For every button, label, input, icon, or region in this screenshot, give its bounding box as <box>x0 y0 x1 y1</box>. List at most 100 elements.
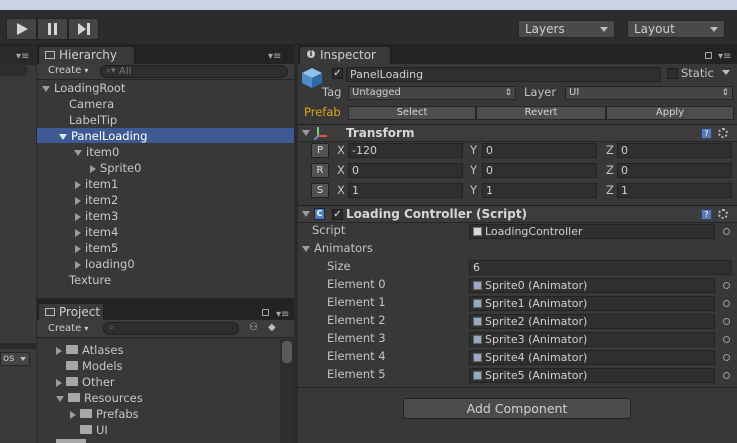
folder-other[interactable]: Other <box>56 374 115 390</box>
tree-item-panelloading[interactable]: PanelLoading <box>59 128 147 144</box>
search-icon: ⌕ <box>109 323 115 333</box>
object-picker-icon[interactable] <box>723 372 730 379</box>
rotation-reset-button[interactable]: R <box>311 163 329 178</box>
add-component-button[interactable]: Add Component <box>403 398 631 419</box>
filter-by-label-icon[interactable]: ◆ <box>268 323 280 333</box>
hierarchy-create-button[interactable]: Create ▾ <box>40 64 95 78</box>
position-y-input[interactable]: 0 <box>482 143 597 158</box>
folder-resources[interactable]: Resources <box>56 390 143 406</box>
help-icon[interactable]: ? <box>701 128 712 139</box>
help-icon[interactable]: ? <box>701 209 712 220</box>
rot-z-label: Z <box>606 163 614 177</box>
static-checkbox[interactable] <box>667 68 678 79</box>
lock-icon[interactable] <box>262 309 269 316</box>
chevron-down-icon[interactable] <box>302 130 314 136</box>
tree-item-label: item3 <box>85 209 119 223</box>
step-icon <box>77 23 90 35</box>
project-search-input[interactable]: ⌕ <box>103 322 239 335</box>
object-picker-icon[interactable] <box>723 336 730 343</box>
position-reset-button[interactable]: P <box>311 143 329 158</box>
hierarchy-search-input[interactable]: ⌕▾ All <box>100 65 288 78</box>
scale-reset-button[interactable]: S <box>311 183 329 198</box>
project-scrollbar[interactable] <box>280 339 294 443</box>
tree-item-item3[interactable]: item3 <box>75 208 118 224</box>
element-field[interactable]: Sprite0 (Animator) <box>469 278 715 293</box>
object-picker-icon[interactable] <box>723 318 730 325</box>
element-label: Element 4 <box>327 349 386 363</box>
prefab-select-button[interactable]: Select <box>348 106 476 120</box>
element-field[interactable]: Sprite5 (Animator) <box>469 368 715 383</box>
element-field[interactable]: Sprite4 (Animator) <box>469 350 715 365</box>
object-picker-icon[interactable] <box>723 354 730 361</box>
object-picker-icon[interactable] <box>723 228 730 235</box>
animators-foldout[interactable]: Animators <box>302 241 373 256</box>
filter-by-type-icon[interactable]: ⚇ <box>249 323 261 333</box>
folder-prefabs[interactable]: Prefabs <box>70 406 139 422</box>
prefab-revert-label: Revert <box>524 107 558 118</box>
prefab-apply-button[interactable]: Apply <box>606 106 734 120</box>
tree-item-item0[interactable]: item0 <box>74 144 119 160</box>
element-field[interactable]: Sprite3 (Animator) <box>469 332 715 347</box>
panel-menu-icon[interactable]: ▾≡ <box>276 309 289 320</box>
tree-item-item1[interactable]: item1 <box>75 176 118 192</box>
rotation-z-input[interactable]: 0 <box>617 163 732 178</box>
project-create-button[interactable]: Create ▾ <box>40 322 95 336</box>
scale-z-input[interactable]: 1 <box>617 183 732 198</box>
chevron-down-icon[interactable] <box>302 211 314 217</box>
tree-item-item2[interactable]: item2 <box>75 192 118 208</box>
scale-x-input[interactable]: 1 <box>348 183 463 198</box>
tree-item-item5[interactable]: item5 <box>75 240 118 256</box>
tab-hierarchy[interactable]: Hierarchy <box>38 46 135 64</box>
active-checkbox[interactable]: ✓ <box>332 68 343 79</box>
folder-models[interactable]: Models <box>66 358 123 374</box>
tree-item-loadingroot[interactable]: LoadingRoot <box>42 80 125 96</box>
tree-item-camera[interactable]: Camera <box>69 96 114 112</box>
position-x-input[interactable]: -120 <box>348 143 463 158</box>
tree-item-texture[interactable]: Texture <box>69 272 111 288</box>
animators-label: Animators <box>314 241 373 255</box>
object-picker-icon[interactable] <box>723 300 730 307</box>
tree-item-item4[interactable]: item4 <box>75 224 118 240</box>
rotation-x-input[interactable]: 0 <box>348 163 463 178</box>
prefab-revert-button[interactable]: Revert <box>476 106 606 120</box>
tab-inspector-label: Inspector <box>320 48 376 62</box>
gizmos-dropdown[interactable]: os <box>0 352 30 366</box>
script-field[interactable]: LoadingController <box>469 224 715 239</box>
tag-dropdown[interactable]: Untagged ⇕ <box>348 86 516 100</box>
size-input[interactable]: 6 <box>469 260 732 275</box>
tree-item-sprite0[interactable]: Sprite0 <box>90 160 141 176</box>
element-field[interactable]: Sprite1 (Animator) <box>469 296 715 311</box>
tab-project[interactable]: Project <box>38 303 104 321</box>
pause-button[interactable] <box>37 18 68 40</box>
position-z-input[interactable]: 0 <box>617 143 732 158</box>
panel-menu-icon[interactable]: ▾≡ <box>718 51 731 62</box>
step-button[interactable] <box>68 18 99 40</box>
layer-dropdown[interactable]: UI ⇕ <box>565 86 733 100</box>
gear-icon[interactable] <box>718 128 728 138</box>
tab-inspector[interactable]: i Inspector <box>299 46 391 64</box>
pos-y-value: 0 <box>486 144 493 157</box>
static-dropdown[interactable] <box>722 70 730 75</box>
lock-icon[interactable] <box>705 52 712 59</box>
panel-menu-icon[interactable]: ▾≡ <box>268 51 281 62</box>
transform-title: Transform <box>346 126 415 140</box>
element-field[interactable]: Sprite2 (Animator) <box>469 314 715 329</box>
tree-item-loading0[interactable]: loading0 <box>75 256 135 272</box>
scale-y-input[interactable]: 1 <box>482 183 597 198</box>
rotation-y-input[interactable]: 0 <box>482 163 597 178</box>
scrollbar-thumb[interactable] <box>282 341 292 363</box>
object-name-input[interactable]: PanelLoading <box>346 67 661 82</box>
folder-label: UI <box>96 423 108 437</box>
object-picker-icon[interactable] <box>723 282 730 289</box>
layers-dropdown[interactable]: Layers <box>518 20 615 38</box>
scene-search-input[interactable] <box>0 65 28 76</box>
tree-item-label: LoadingRoot <box>54 81 126 95</box>
play-button[interactable] <box>6 18 37 40</box>
gear-icon[interactable] <box>718 209 728 219</box>
folder-atlases[interactable]: Atlases <box>56 342 123 358</box>
component-enabled-checkbox[interactable]: ✓ <box>332 209 343 220</box>
tree-item-labeltip[interactable]: LabelTip <box>69 112 117 128</box>
panel-menu-icon[interactable]: ▾≡ <box>16 51 29 62</box>
folder-ui[interactable]: UI <box>80 422 108 438</box>
layout-dropdown[interactable]: Layout <box>627 20 725 38</box>
